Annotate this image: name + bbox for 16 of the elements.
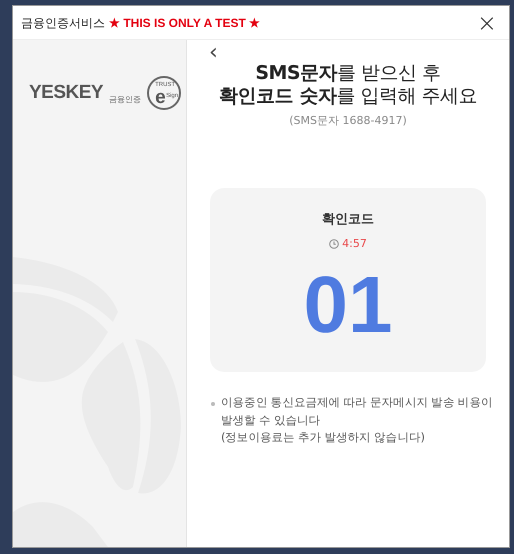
window-title: 금융인증서비스 xyxy=(21,14,105,32)
clock-icon xyxy=(329,239,340,250)
logo-wordmark: YESKEY xyxy=(29,80,104,105)
heading-line: SMS문자를 받으신 후 xyxy=(254,61,442,86)
heading-line: 확인코드 숫자를 입력해 주세요 xyxy=(219,84,477,109)
code-label: 확인코드 xyxy=(322,210,374,229)
logo-caption: 금융인증 xyxy=(109,94,142,106)
countdown-timer: 4:57 xyxy=(342,236,367,252)
notice-text: 이용중인 통신요금제에 따라 문자메시지 발송 비용이 발생할 수 있습니다 xyxy=(221,394,494,428)
verification-code: 01 xyxy=(304,264,392,345)
back-button[interactable]: ‹ xyxy=(207,42,220,64)
test-notice: ★ THIS IS ONLY A TEST ★ xyxy=(109,14,260,32)
sms-number-note: (SMS문자 1688-4917) xyxy=(289,113,407,130)
notice-text: (정보이용료는 추가 발생하지 않습니다) xyxy=(221,429,425,446)
bullet-icon xyxy=(211,402,215,406)
close-button[interactable]: × xyxy=(472,10,501,34)
